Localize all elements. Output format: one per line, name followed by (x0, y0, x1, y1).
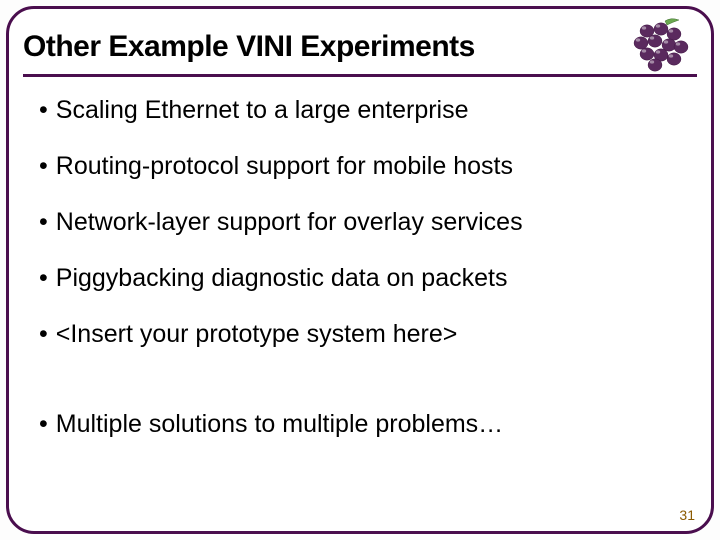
slide-body: • Scaling Ethernet to a large enterprise… (39, 95, 681, 491)
slide-frame: Other Example VINI Experiments (6, 6, 714, 534)
bullet-text: Scaling Ethernet to a large enterprise (56, 95, 469, 125)
bullet-dot-icon: • (39, 263, 48, 293)
slide-title: Other Example VINI Experiments (23, 30, 475, 64)
list-item: • Piggybacking diagnostic data on packet… (39, 263, 681, 293)
page-number: 31 (679, 507, 695, 523)
bullet-dot-icon: • (39, 151, 48, 181)
bullet-text: Multiple solutions to multiple problems… (56, 409, 503, 439)
list-item: • Routing-protocol support for mobile ho… (39, 151, 681, 181)
grapes-icon (627, 17, 691, 73)
bullet-text: <Insert your prototype system here> (56, 319, 458, 349)
bullet-text: Piggybacking diagnostic data on packets (56, 263, 508, 293)
blank-spacer (39, 375, 681, 409)
list-item: • Network-layer support for overlay serv… (39, 207, 681, 237)
bullet-text: Network-layer support for overlay servic… (56, 207, 523, 237)
bullet-dot-icon: • (39, 319, 48, 349)
bullet-dot-icon: • (39, 95, 48, 125)
bullet-dot-icon: • (39, 409, 48, 439)
bullet-dot-icon: • (39, 207, 48, 237)
list-item: • Scaling Ethernet to a large enterprise (39, 95, 681, 125)
bullet-text: Routing-protocol support for mobile host… (56, 151, 513, 181)
list-item: • <Insert your prototype system here> (39, 319, 681, 349)
list-item: • Multiple solutions to multiple problem… (39, 409, 681, 439)
title-bar: Other Example VINI Experiments (23, 19, 697, 77)
